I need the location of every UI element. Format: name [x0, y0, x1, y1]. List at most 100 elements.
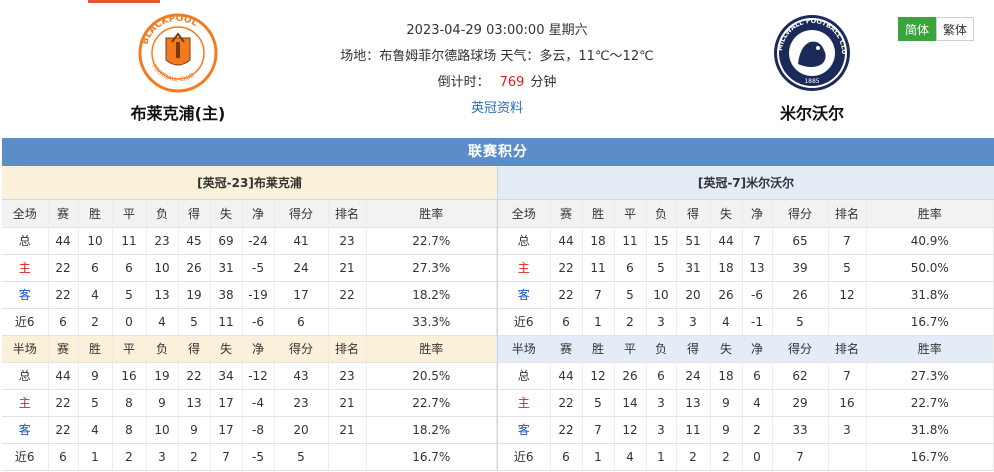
- column-header: 失: [710, 335, 743, 363]
- table-cell: 9: [78, 362, 113, 390]
- table-cell: -24: [242, 227, 275, 255]
- table-cell: 8: [112, 416, 147, 444]
- table-cell: 65: [772, 227, 829, 255]
- row-label: 客: [2, 281, 49, 309]
- standings-header-row: 全场赛胜平负得失净得分 排名 胜率: [498, 200, 994, 228]
- home-team-name[interactable]: 布莱克浦(主): [88, 100, 268, 124]
- column-header: 净: [242, 200, 275, 228]
- table-cell: 44: [48, 362, 79, 390]
- table-row: 主 22 5 8 9 13 17 -4 23 21 22.7%: [2, 389, 497, 417]
- away-standings-header[interactable]: [英冠-7]米尔沃尔: [498, 166, 994, 200]
- table-cell: 22.7%: [866, 389, 994, 417]
- table-cell: 22: [48, 281, 79, 309]
- table-cell: 5: [112, 281, 147, 309]
- away-standings-table: 全场赛胜平负得失净得分 排名 胜率总 44 18 11 15 51 44 7 65 7 40.9% 主 22…: [498, 200, 994, 471]
- table-cell: 33: [772, 416, 829, 444]
- table-cell: 38: [210, 281, 243, 309]
- column-header: 平: [614, 335, 647, 363]
- column-header: 胜: [582, 335, 615, 363]
- row-label: 主: [498, 389, 551, 417]
- table-cell: 23: [328, 227, 367, 255]
- column-header: 赛: [550, 335, 583, 363]
- column-header: 得: [676, 200, 711, 228]
- column-header: 净: [742, 335, 773, 363]
- home-standings-table: 全场赛胜平负得失净得分 排名 胜率总 44 10 11 23 45 69 -24 41 23 22.7%…: [2, 200, 497, 471]
- table-cell: 20: [274, 416, 329, 444]
- match-venue-weather: 场地：布鲁姆菲尔德路球场 天气：多云，11℃～12℃: [340, 49, 654, 64]
- table-cell: 4: [78, 416, 113, 444]
- table-cell: 3: [646, 416, 677, 444]
- table-cell: 18: [582, 227, 615, 255]
- table-cell: 22.7%: [366, 389, 497, 417]
- table-cell: 9: [146, 389, 179, 417]
- match-datetime: 2023-04-29 03:00:00 星期六: [406, 23, 588, 38]
- table-cell: 6: [48, 308, 79, 336]
- table-cell: -4: [242, 389, 275, 417]
- column-header: 负: [146, 200, 179, 228]
- table-cell: 13: [742, 254, 773, 282]
- row-label: 近6: [2, 443, 49, 471]
- table-cell: 69: [210, 227, 243, 255]
- table-cell: 22.7%: [366, 227, 497, 255]
- table-cell: 4: [146, 308, 179, 336]
- column-header: 赛: [550, 200, 583, 228]
- table-cell: 19: [146, 362, 179, 390]
- table-cell: 14: [614, 389, 647, 417]
- column-header: 胜率: [866, 335, 994, 363]
- column-header: 得分: [772, 335, 829, 363]
- away-standings-panel: [英冠-7]米尔沃尔 全场赛胜平负得失净得分 排名 胜率总 44 18 11 15 51 44 7…: [498, 166, 994, 471]
- league-info-link[interactable]: 英冠资料: [471, 101, 523, 116]
- row-label: 总: [2, 362, 49, 390]
- away-team-name[interactable]: 米尔沃尔: [722, 100, 902, 124]
- traditional-chinese-button[interactable]: 繁体: [936, 17, 974, 41]
- table-cell: 26: [178, 254, 211, 282]
- table-row: 主 22 5 14 3 13 9 4 29 16 22.7%: [498, 389, 994, 417]
- table-cell: 22: [48, 416, 79, 444]
- table-cell: [828, 443, 867, 471]
- row-label: 总: [498, 227, 551, 255]
- table-cell: 2: [78, 308, 113, 336]
- table-cell: 31: [676, 254, 711, 282]
- table-row: 客 22 4 8 10 9 17 -8 20 21 18.2%: [2, 416, 497, 444]
- column-header: 胜: [582, 200, 615, 228]
- table-cell: 5: [78, 389, 113, 417]
- table-cell: 6: [112, 254, 147, 282]
- table-row: 客 22 7 5 10 20 26 -6 26 12 31.8%: [498, 281, 994, 309]
- table-cell: 6: [550, 443, 583, 471]
- table-cell: 18.2%: [366, 416, 497, 444]
- table-cell: 6: [614, 254, 647, 282]
- table-cell: 7: [772, 443, 829, 471]
- blackpool-crest-icon: BLACKPOOL FOOTBALL CLUB: [138, 13, 218, 93]
- row-label: 客: [498, 416, 551, 444]
- match-countdown: 倒计时： 769 分钟: [310, 70, 684, 96]
- column-header: 得分: [772, 200, 829, 228]
- countdown-unit: 分钟: [530, 75, 557, 90]
- table-cell: 7: [828, 362, 867, 390]
- column-header: 负: [146, 335, 179, 363]
- countdown-value: 769: [499, 75, 525, 90]
- column-header: 排名: [828, 335, 867, 363]
- column-header: 平: [614, 200, 647, 228]
- column-header: 净: [742, 200, 773, 228]
- match-header: BLACKPOOL FOOTBALL CLUB 布莱克浦(主) 2023-04-…: [0, 0, 994, 138]
- table-cell: 2: [178, 443, 211, 471]
- table-cell: 3: [146, 443, 179, 471]
- home-standings-header[interactable]: [英冠-23]布莱克浦: [2, 166, 497, 200]
- table-cell: 19: [178, 281, 211, 309]
- table-cell: 17: [210, 416, 243, 444]
- table-cell: 27.3%: [366, 254, 497, 282]
- match-info: 2023-04-29 03:00:00 星期六 场地：布鲁姆菲尔德路球场 天气：…: [310, 18, 684, 122]
- column-header: 胜: [78, 335, 113, 363]
- table-cell: 6: [48, 443, 79, 471]
- svg-text:1885: 1885: [804, 78, 819, 85]
- table-cell: 22: [328, 281, 367, 309]
- table-cell: -12: [242, 362, 275, 390]
- away-team[interactable]: MILLWALL FOOTBALL CLUB 1885 米尔沃尔: [722, 12, 902, 124]
- home-team[interactable]: BLACKPOOL FOOTBALL CLUB 布莱克浦(主): [88, 12, 268, 124]
- table-cell: 4: [78, 281, 113, 309]
- table-cell: 44: [48, 227, 79, 255]
- table-row: 总 44 9 16 19 22 34 -12 43 23 20.5%: [2, 362, 497, 390]
- table-cell: [328, 443, 367, 471]
- simplified-chinese-button[interactable]: 简体: [898, 17, 936, 41]
- table-cell: 20: [676, 281, 711, 309]
